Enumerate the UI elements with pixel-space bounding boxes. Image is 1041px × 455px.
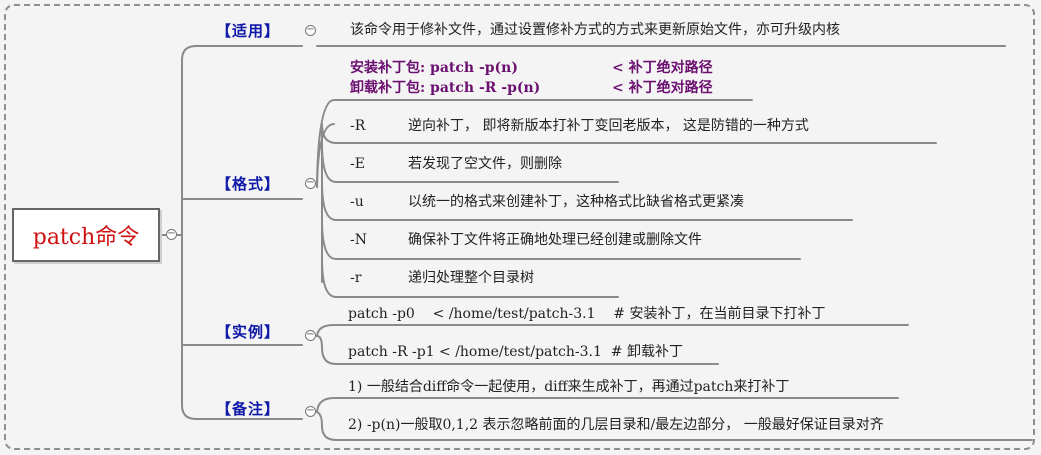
root-node-label: patch命令 <box>32 225 140 250</box>
option-flag: -r <box>350 270 362 286</box>
apply-collapse-icon[interactable]: − <box>305 25 316 36</box>
install-path-note: < 补丁绝对路径 <box>612 60 713 76</box>
branch-label-format: 【格式】 <box>216 175 281 193</box>
option-row-R: -R 逆向补丁， 即将新版本打补丁变回老版本， 这是防错的一种方式 <box>350 117 809 135</box>
install-command: 安装补丁包: patch -p(n) < 补丁绝对路径 <box>350 59 713 77</box>
root-node[interactable]: patch命令 <box>12 208 160 262</box>
format-collapse-icon[interactable]: − <box>305 178 316 189</box>
option-desc: 逆向补丁， 即将新版本打补丁变回老版本， 这是防错的一种方式 <box>408 118 809 134</box>
option-row-u: -u 以统一的格式来创建补丁，这种格式比缺省格式更紧凑 <box>350 193 744 211</box>
option-row-r: -r 递归处理整个目录树 <box>350 269 534 287</box>
branch-label-examples: 【实例】 <box>216 323 281 341</box>
branch-label-notes: 【备注】 <box>216 400 281 418</box>
option-flag: -R <box>350 118 366 134</box>
apply-text: 该命令用于修补文件，通过设置修补方式的方式来更新原始文件，亦可升级内核 <box>350 22 840 38</box>
option-row-E: -E 若发现了空文件，则删除 <box>350 155 562 173</box>
option-flag: -N <box>350 232 367 248</box>
root-collapse-icon[interactable]: − <box>166 229 177 240</box>
option-desc: 确保补丁文件将正确地处理已经创建或删除文件 <box>408 232 702 248</box>
uninstall-command-text: 卸载补丁包: patch -R -p(n) <box>350 80 541 96</box>
uninstall-path-note: < 补丁绝对路径 <box>612 80 713 96</box>
option-row-N: -N 确保补丁文件将正确地处理已经创建或删除文件 <box>350 231 702 249</box>
install-command-text: 安装补丁包: patch -p(n) <box>350 60 518 76</box>
uninstall-command: 卸载补丁包: patch -R -p(n) < 补丁绝对路径 <box>350 79 713 97</box>
notes-collapse-icon[interactable]: − <box>305 406 316 417</box>
example-uninstall: patch -R -p1 < /home/test/patch-3.1 # 卸载… <box>348 344 683 360</box>
option-flag: -u <box>350 194 364 210</box>
option-flag: -E <box>350 156 365 172</box>
note-item-1: 1) 一般结合diff命令一起使用，diff来生成补丁，再通过patch来打补丁 <box>348 379 790 395</box>
examples-collapse-icon[interactable]: − <box>305 330 316 341</box>
option-desc: 以统一的格式来创建补丁，这种格式比缺省格式更紧凑 <box>408 194 744 210</box>
example-install: patch -p0 < /home/test/patch-3.1 # 安装补丁，… <box>348 306 826 322</box>
note-item-2: 2) -p(n)一般取0,1,2 表示忽略前面的几层目录和/最左边部分， 一般最… <box>348 417 884 433</box>
option-desc: 若发现了空文件，则删除 <box>408 156 562 172</box>
option-desc: 递归处理整个目录树 <box>408 270 534 286</box>
branch-label-apply: 【适用】 <box>216 22 281 40</box>
